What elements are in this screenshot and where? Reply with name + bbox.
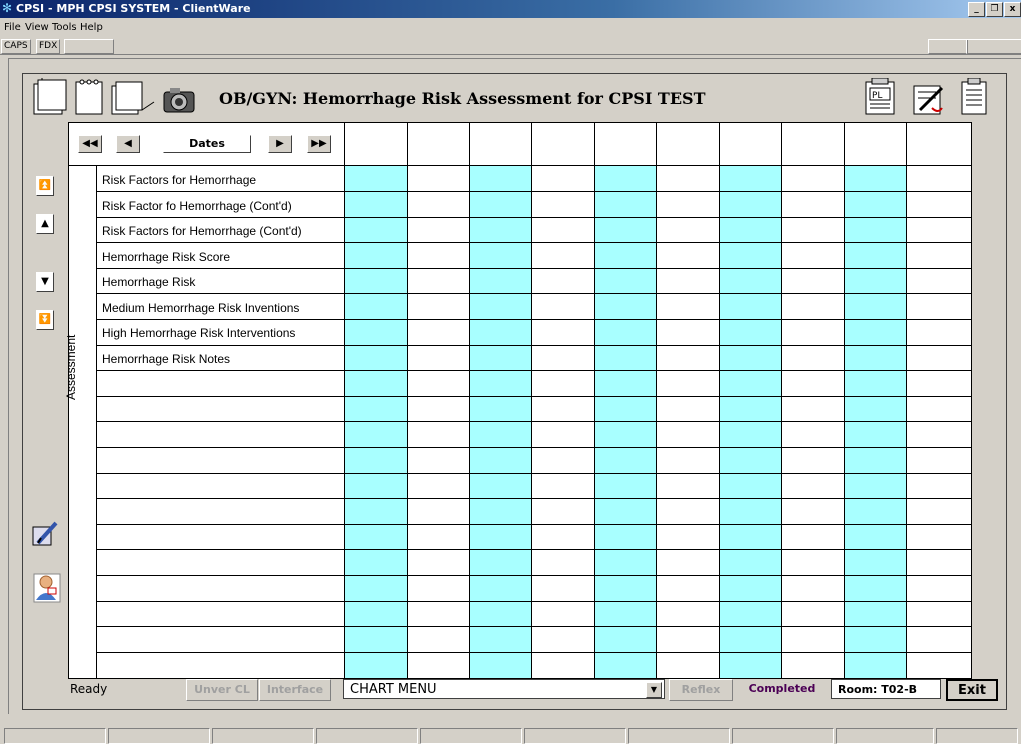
toolstrip-field-right2 <box>966 39 1021 54</box>
status-segment <box>212 728 314 744</box>
grid-hline <box>97 421 971 422</box>
minimize-button[interactable]: _ <box>968 2 985 17</box>
grid-hline <box>97 345 971 346</box>
row-label[interactable]: Risk Factors for Hemorrhage <box>102 173 256 187</box>
first-date-button[interactable]: ◀◀ <box>78 135 102 153</box>
exit-button[interactable]: Exit <box>946 679 998 701</box>
room-field: Room: T02-B <box>831 679 941 699</box>
unver-cl-button[interactable]: Unver CL <box>186 679 258 701</box>
menubar: File View Tools Help <box>0 19 1021 37</box>
grid-hline <box>97 268 971 269</box>
toolstrip-field-right1 <box>928 39 968 54</box>
menu-file[interactable]: File <box>4 22 21 33</box>
notes-icon[interactable] <box>33 78 67 115</box>
grid-hline <box>97 447 971 448</box>
status-segment <box>524 728 626 744</box>
header-right-icons: PL <box>865 78 987 115</box>
prev-date-button[interactable]: ◀ <box>116 135 140 153</box>
header-icons <box>33 78 195 115</box>
grid-hline <box>97 626 971 627</box>
menu-tools[interactable]: Tools <box>52 22 77 33</box>
signature-icon[interactable] <box>913 85 944 115</box>
grid-hline <box>97 370 971 371</box>
grid-vline <box>594 123 595 678</box>
menu-help[interactable]: Help <box>80 22 103 33</box>
reflex-button[interactable]: Reflex <box>669 679 733 701</box>
row-label[interactable]: Hemorrhage Risk Score <box>102 250 230 264</box>
grid-hline <box>97 242 971 243</box>
grid-hline <box>97 319 971 320</box>
edit-icon[interactable] <box>30 519 60 549</box>
status-segment <box>732 728 834 744</box>
chart-menu-select[interactable]: CHART MENU ▼ <box>343 679 665 699</box>
chart-menu-value: CHART MENU <box>350 682 437 697</box>
dates-button[interactable]: Dates <box>163 135 251 153</box>
status-segment <box>836 728 934 744</box>
section-label: Assessment <box>64 334 78 400</box>
grid-vline <box>844 123 845 678</box>
status-segment <box>936 728 1018 744</box>
status-segment <box>628 728 730 744</box>
close-button[interactable]: x <box>1004 2 1021 17</box>
scroll-down-button[interactable]: ▼ <box>36 272 54 292</box>
grid-vline <box>656 123 657 678</box>
grid-hline <box>97 524 971 525</box>
chevron-down-icon[interactable]: ▼ <box>646 682 662 698</box>
grid-hline <box>97 575 971 576</box>
row-label[interactable]: High Hemorrhage Risk Interventions <box>102 326 295 340</box>
grid-vline <box>781 123 782 678</box>
grid-hline <box>97 498 971 499</box>
clipboard-icon[interactable] <box>961 78 987 115</box>
grid-hline <box>97 217 971 218</box>
grid-vline <box>469 123 470 678</box>
patient-icon[interactable] <box>32 572 62 604</box>
grid-vline <box>906 123 907 678</box>
status-segment <box>316 728 418 744</box>
status-segment <box>108 728 210 744</box>
grid-hline <box>97 293 971 294</box>
maximize-button[interactable]: ❐ <box>986 2 1003 17</box>
pl-text: PL <box>872 91 883 101</box>
grid-vline <box>719 123 720 678</box>
row-label[interactable]: Hemorrhage Risk Notes <box>102 352 230 366</box>
window-titlebar: ✻ CPSI - MPH CPSI SYSTEM - ClientWare _ ❐… <box>0 0 1021 18</box>
status-segment <box>4 728 106 744</box>
completed-status[interactable]: Completed <box>736 682 828 695</box>
status-segment <box>420 728 522 744</box>
row-label[interactable]: Risk Factor fo Hemorrhage (Cont'd) <box>102 199 292 213</box>
menu-view[interactable]: View <box>25 22 49 33</box>
app-icon: ✻ <box>2 1 13 15</box>
status-ready: Ready <box>70 682 108 696</box>
row-label[interactable]: Risk Factors for Hemorrhage (Cont'd) <box>102 224 302 238</box>
next-date-button[interactable]: ▶ <box>268 135 292 153</box>
scroll-bottom-button[interactable]: ⏬ <box>36 310 54 330</box>
grid-hline <box>97 652 971 653</box>
scroll-up-button[interactable]: ▲ <box>36 214 54 234</box>
notepad-icon[interactable] <box>75 79 103 115</box>
page-title: OB/GYN: Hemorrhage Risk Assessment for C… <box>219 89 706 108</box>
fdx-indicator: FDX <box>36 39 61 54</box>
grid-hline <box>97 549 971 550</box>
grid-vline <box>531 123 532 678</box>
grid-hline <box>97 396 971 397</box>
row-label[interactable]: Hemorrhage Risk <box>102 275 195 289</box>
grid-hline <box>97 191 971 192</box>
scroll-top-button[interactable]: ⏫ <box>36 176 54 196</box>
camera-icon[interactable] <box>163 88 195 113</box>
documents-icon[interactable] <box>111 81 155 115</box>
interface-button[interactable]: Interface <box>259 679 331 701</box>
grid-vline <box>344 123 345 678</box>
toolstrip-field <box>64 39 114 54</box>
caps-indicator: CAPS <box>1 39 31 54</box>
grid-vline <box>407 123 408 678</box>
last-date-button[interactable]: ▶▶ <box>307 135 331 153</box>
problem-list-icon[interactable]: PL <box>865 78 895 115</box>
grid-hline <box>97 601 971 602</box>
row-label[interactable]: Medium Hemorrhage Risk Inventions <box>102 301 299 315</box>
grid-hline <box>97 473 971 474</box>
window-title: CPSI - MPH CPSI SYSTEM - ClientWare <box>16 2 251 15</box>
grid-hline <box>69 165 971 166</box>
toolstrip: CAPS FDX <box>0 38 1021 55</box>
bottom-status-bar <box>0 726 1021 744</box>
